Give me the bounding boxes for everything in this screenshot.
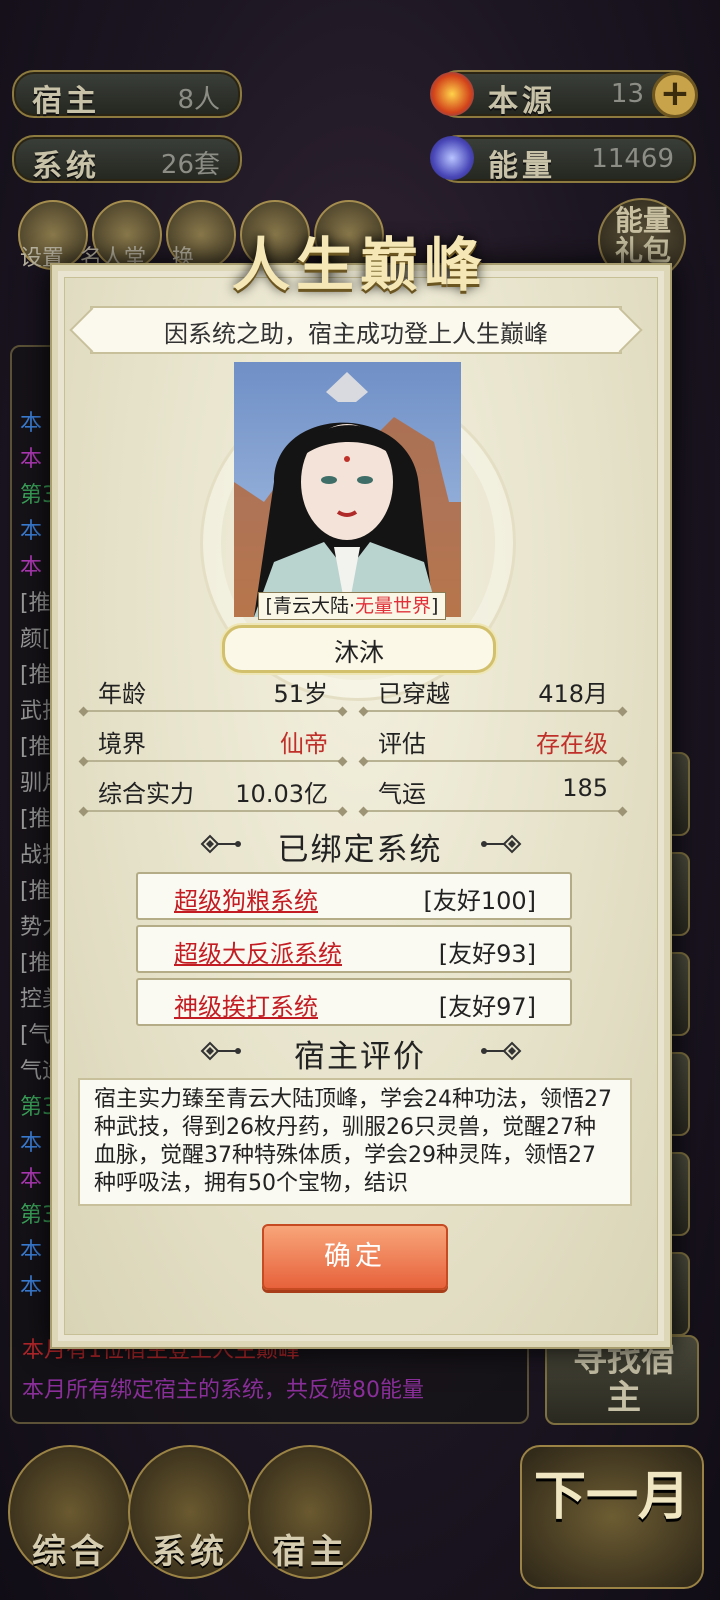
dialog-subtitle: 因系统之助，宿主成功登上人生巅峰 [164,320,548,348]
system-name-link[interactable]: 超级大反派系统 [174,934,342,969]
stat-traveled-label: 已穿越 [378,680,450,708]
system-count-bar: 系统 26套 [12,135,242,184]
next-month-label: 下一月 [533,1467,690,1527]
energy-label: 能量 [488,149,556,184]
dialog-subtitle-banner: 因系统之助，宿主成功登上人生巅峰 [90,306,622,354]
log-line: 本 [20,1131,43,1156]
tab-system-label: 系统 [152,1532,228,1572]
log-line: [推 [20,951,51,976]
confirm-button[interactable]: 确定 [262,1224,448,1290]
host-evaluation-text: 宿主实力臻至青云大陆顶峰，学会24种功法，领悟27种武技，得到26枚丹药，驯服2… [94,1087,612,1196]
log-line: [推 [20,735,51,760]
tab-system[interactable]: 系统 [128,1445,252,1579]
bound-systems-title: 已绑定系统 [277,832,443,868]
tab-overview[interactable]: 综合 [8,1445,132,1579]
log-line: 第3 [20,1203,56,1228]
stat-realm-label: 境界 [98,730,146,758]
stat-assessment-label: 评估 [378,730,426,758]
system-name-link[interactable]: 超级狗粮系统 [174,881,318,916]
host-count-bar: 宿主 8人 [12,70,242,119]
world-prefix: [青云大陆· [265,595,355,617]
dialog-title: 人生巅峰 [231,231,488,299]
stat-luck: 气运 185 [364,772,622,812]
stat-traveled: 已穿越 418月 [364,672,622,712]
stat-age: 年龄 51岁 [84,672,342,712]
log-line: 本 [20,1275,43,1300]
ornament-right-icon [481,1041,522,1061]
log-line: 本 [20,1167,43,1192]
source-orb-icon [430,72,474,116]
stat-age-label: 年龄 [98,680,146,708]
host-evaluation-text-box[interactable]: 宿主实力臻至青云大陆顶峰，学会24种功法，领悟27种武技，得到26枚丹药，驯服2… [78,1078,632,1206]
next-month-button[interactable]: 下一月 [520,1445,704,1589]
stat-realm: 境界 仙帝 [84,722,342,762]
stat-realm-value: 仙帝 [280,730,328,758]
stat-power: 综合实力 10.03亿 [84,772,342,812]
stat-power-label: 综合实力 [98,780,194,808]
find-host-label: 寻找宿主 [573,1340,675,1418]
log-line: 本 [20,447,43,472]
log-line: [推 [20,879,51,904]
source-label: 本源 [488,84,556,119]
log-line: 本 [20,555,43,580]
host-name-plate: 沐沐 [222,625,496,673]
bound-system-row[interactable]: 超级大反派系统 [友好93] [136,925,572,973]
system-friendship: [友好93] [438,940,536,968]
world-tag: [青云大陆·无量世界] [258,592,446,620]
energy-orb-icon [430,136,474,180]
log-line: 本 [20,411,43,436]
host-count: 8人 [177,85,220,115]
log-line: 第3 [20,1095,56,1120]
host-portrait-illustration [234,372,461,617]
tab-host[interactable]: 宿主 [248,1445,372,1579]
bound-system-row[interactable]: 神级挨打系统 [友好97] [136,978,572,1026]
log-line: [推 [20,591,51,616]
world-highlight: 无量世界 [355,595,432,617]
system-friendship: [友好100] [423,887,536,915]
energy-bar: 能量 11469 [436,135,696,184]
add-source-button[interactable]: + [652,72,698,118]
tab-overview-label: 综合 [32,1532,108,1572]
stat-assessment: 评估 存在级 [364,722,622,762]
stat-power-value: 10.03亿 [235,780,328,808]
host-label: 宿主 [32,84,100,119]
log-line: 本 [20,1239,43,1264]
tab-host-label: 宿主 [272,1532,348,1572]
host-name: 沐沐 [333,638,384,667]
host-evaluation-title: 宿主评价 [294,1039,426,1075]
bound-system-row[interactable]: 超级狗粮系统 [友好100] [136,872,572,920]
stat-luck-value: 185 [562,774,608,802]
system-label: 系统 [32,149,100,184]
world-suffix: ] [431,595,439,617]
system-name-link[interactable]: 神级挨打系统 [174,987,318,1022]
log-footer-line-2: 本月所有绑定宿主的系统，共反馈80能量 [22,1378,424,1403]
source-value: 13 [610,79,644,109]
stat-assessment-value: 存在级 [536,730,608,758]
energy-value: 11469 [591,144,674,174]
log-line: 第3 [20,483,56,508]
stat-traveled-value: 418月 [538,680,608,708]
log-line: [推 [20,663,51,688]
find-host-button[interactable]: 寻找宿主 [545,1335,699,1425]
host-portrait [234,362,461,617]
log-line: 颜[ [20,627,51,652]
stat-age-value: 51岁 [273,680,328,708]
log-line: 本 [20,519,43,544]
system-friendship: [友好97] [438,993,536,1021]
system-count: 26套 [160,150,220,180]
ornament-right-icon [481,834,522,854]
stat-luck-label: 气运 [378,780,426,808]
